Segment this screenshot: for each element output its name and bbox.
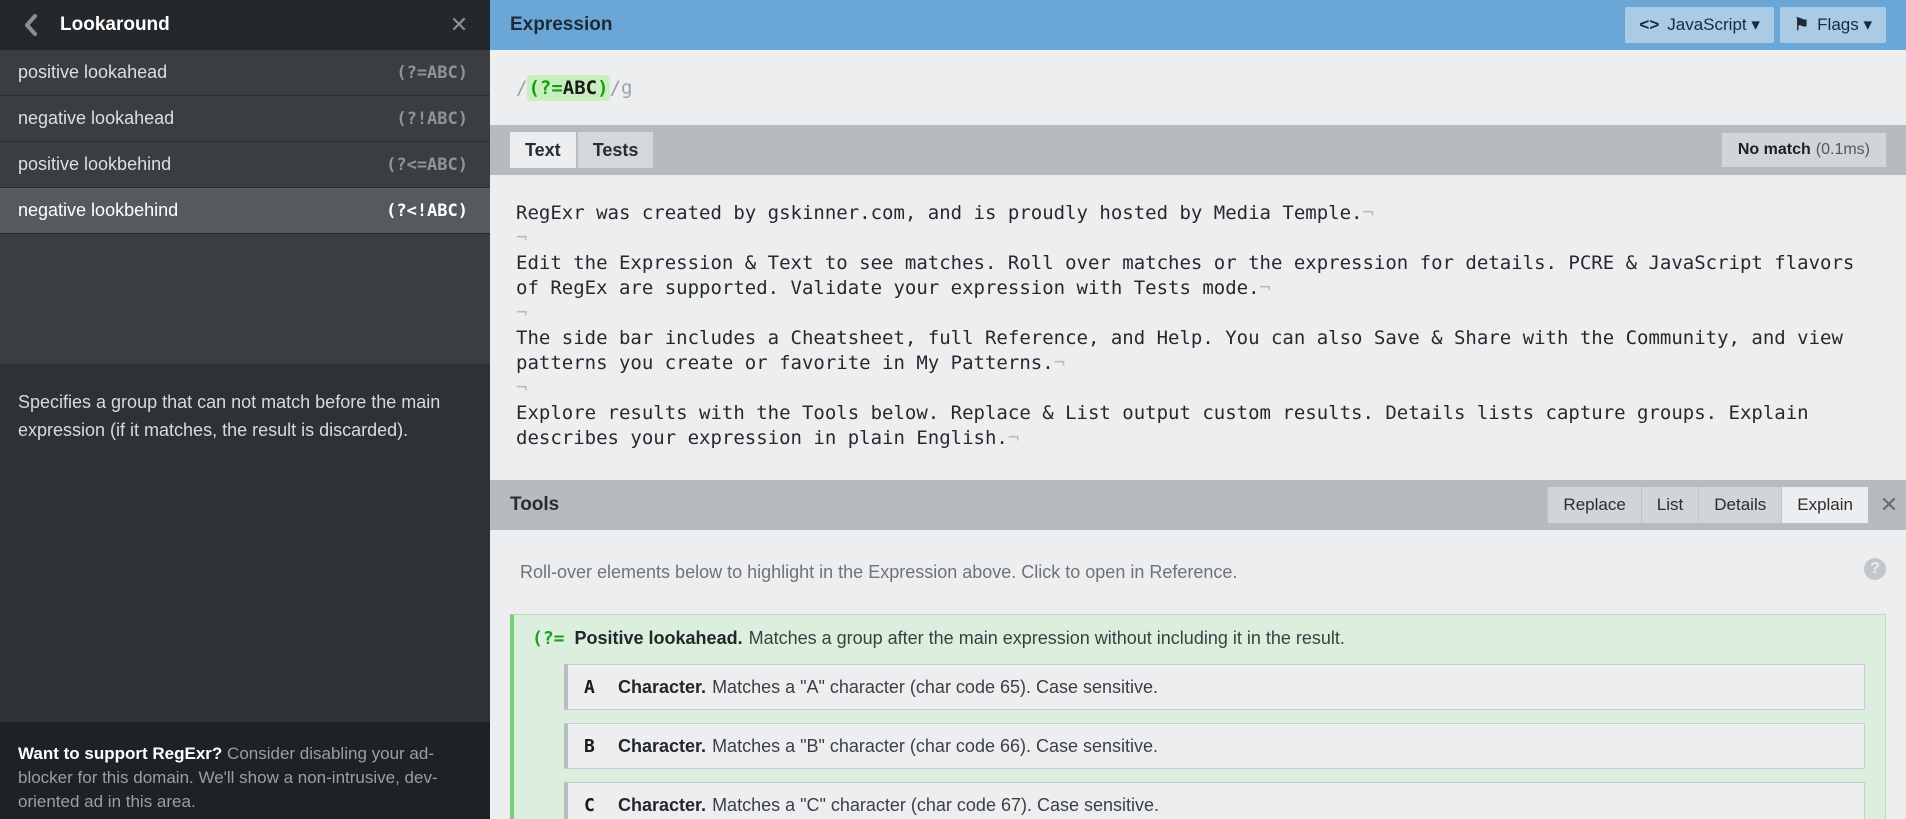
sidebar-header: Lookaround ✕ [0, 0, 490, 50]
explain-desc: Matches a "C" character (char code 67). … [712, 794, 1160, 815]
tab-replace[interactable]: Replace [1547, 487, 1641, 523]
explain-token: C [584, 794, 595, 816]
sidebar-item-code: (?<!ABC) [386, 200, 468, 221]
match-time: (0.1ms) [1815, 141, 1870, 158]
tab-text[interactable]: Text [510, 132, 576, 168]
sidebar-title: Lookaround [60, 14, 170, 35]
help-icon[interactable]: ? [1864, 558, 1886, 580]
text-line: ¬ [516, 227, 528, 249]
sidebar-item-label: positive lookbehind [18, 154, 172, 174]
sidebar-item-negative-lookbehind[interactable]: negative lookbehind (?<!ABC) [0, 188, 490, 234]
text-line: The side bar includes a Cheatsheet, full… [516, 327, 1855, 374]
match-status-badge: No match (0.1ms) [1721, 133, 1886, 167]
match-status-text: No match [1737, 141, 1811, 158]
flavor-button-label: JavaScript [1667, 15, 1747, 34]
ad-notice: Want to support RegExr? Consider disabli… [0, 722, 490, 819]
sidebar-item-positive-lookbehind[interactable]: positive lookbehind (?<=ABC) [0, 142, 490, 188]
chevron-down-icon: ▾ [1746, 15, 1760, 34]
expression-flags: /g [609, 76, 633, 99]
sidebar-item-code: (?=ABC) [396, 62, 468, 83]
tools-label: Tools [510, 494, 560, 515]
tab-list[interactable]: List [1640, 487, 1699, 523]
expression-header: Expression <> JavaScript ▾ ⚑ Flags ▾ [490, 0, 1906, 50]
text-line-content: Edit the Expression & Text to see matche… [516, 252, 1866, 299]
text-line-content: RegExr was created by gskinner.com, and … [516, 202, 1363, 224]
tools-header: Tools Replace List Details Explain ✕ [490, 480, 1906, 530]
explain-token: A [584, 676, 595, 698]
explain-panel: Roll-over elements below to highlight in… [490, 530, 1906, 819]
regexr-app: Lookaround ✕ positive lookahead (?=ABC) … [0, 0, 1906, 819]
sidebar: Lookaround ✕ positive lookahead (?=ABC) … [0, 0, 490, 819]
explain-desc: Matches a group after the main expressio… [748, 627, 1345, 648]
main-panel: Expression <> JavaScript ▾ ⚑ Flags ▾ / (… [490, 0, 1906, 819]
sidebar-item-label: negative lookahead [18, 108, 175, 128]
sidebar-description: Specifies a group that can not match bef… [18, 392, 441, 440]
sidebar-item-positive-lookahead[interactable]: positive lookahead (?=ABC) [0, 50, 490, 96]
flavor-button[interactable]: <> JavaScript ▾ [1625, 7, 1774, 43]
ad-notice-lead: Want to support RegExr? [18, 744, 223, 763]
sidebar-list-spacer [0, 234, 490, 364]
flags-button-label: Flags [1817, 15, 1859, 34]
lookahead-group-token: (?=ABC) [527, 74, 610, 101]
chevron-down-icon: ▾ [1858, 15, 1872, 34]
explain-desc: Matches a "A" character (char code 65). … [712, 676, 1159, 697]
group-close: ) [597, 76, 609, 99]
tab-tests[interactable]: Tests [577, 132, 654, 168]
explain-title: Character. [618, 735, 707, 756]
flags-button[interactable]: ⚑ Flags ▾ [1779, 7, 1886, 43]
group-open: (?= [528, 76, 563, 99]
text-header: Text Tests No match (0.1ms) [490, 125, 1906, 175]
expression-label: Expression [510, 14, 613, 35]
back-arrow-icon[interactable] [18, 12, 44, 38]
sidebar-item-code: (?!ABC) [396, 108, 468, 129]
text-line: RegExr was created by gskinner.com, and … [516, 202, 1374, 224]
explain-title: Character. [618, 794, 707, 815]
flag-icon: ⚑ [1793, 15, 1810, 34]
text-tabs: Text Tests [510, 132, 1722, 168]
close-icon[interactable]: ✕ [1872, 487, 1906, 523]
explain-hint: Roll-over elements below to highlight in… [510, 530, 1886, 614]
explain-item[interactable]: A Character. Matches a "A" character (ch… [564, 664, 1865, 710]
tab-explain[interactable]: Explain [1781, 487, 1868, 523]
text-editor[interactable]: RegExr was created by gskinner.com, and … [490, 175, 1906, 480]
text-line-content: The side bar includes a Cheatsheet, full… [516, 327, 1855, 374]
sidebar-item-code: (?<=ABC) [386, 154, 468, 175]
explain-desc: Matches a "B" character (char code 66). … [712, 735, 1159, 756]
text-line: Explore results with the Tools below. Re… [516, 402, 1821, 449]
explain-title: Character. [618, 676, 707, 697]
explain-token: B [584, 735, 595, 757]
expression-input[interactable]: / (?=ABC) /g [490, 50, 1906, 125]
explain-hint-text: Roll-over elements below to highlight in… [520, 561, 1238, 582]
explain-group-header: (?= Positive lookahead. Matches a group … [532, 625, 1865, 651]
sidebar-item-negative-lookahead[interactable]: negative lookahead (?!ABC) [0, 96, 490, 142]
text-line: Edit the Expression & Text to see matche… [516, 252, 1866, 299]
text-line-content: Explore results with the Tools below. Re… [516, 402, 1821, 449]
explain-token: (?= [532, 627, 565, 649]
group-literal: ABC [562, 76, 598, 99]
expression-open-slash: / [516, 76, 528, 99]
explain-item[interactable]: C Character. Matches a "C" character (ch… [564, 782, 1865, 819]
sidebar-item-label: negative lookbehind [18, 200, 179, 220]
sidebar-item-label: positive lookahead [18, 62, 168, 82]
close-icon[interactable]: ✕ [446, 12, 472, 38]
text-line: ¬ [516, 377, 528, 399]
code-icon: <> [1639, 15, 1660, 34]
explain-group-lookahead[interactable]: (?= Positive lookahead. Matches a group … [510, 614, 1886, 819]
explain-item[interactable]: B Character. Matches a "B" character (ch… [564, 723, 1865, 769]
tab-details[interactable]: Details [1698, 487, 1782, 523]
text-line: ¬ [516, 302, 528, 324]
explain-title: Positive lookahead. [574, 627, 743, 648]
